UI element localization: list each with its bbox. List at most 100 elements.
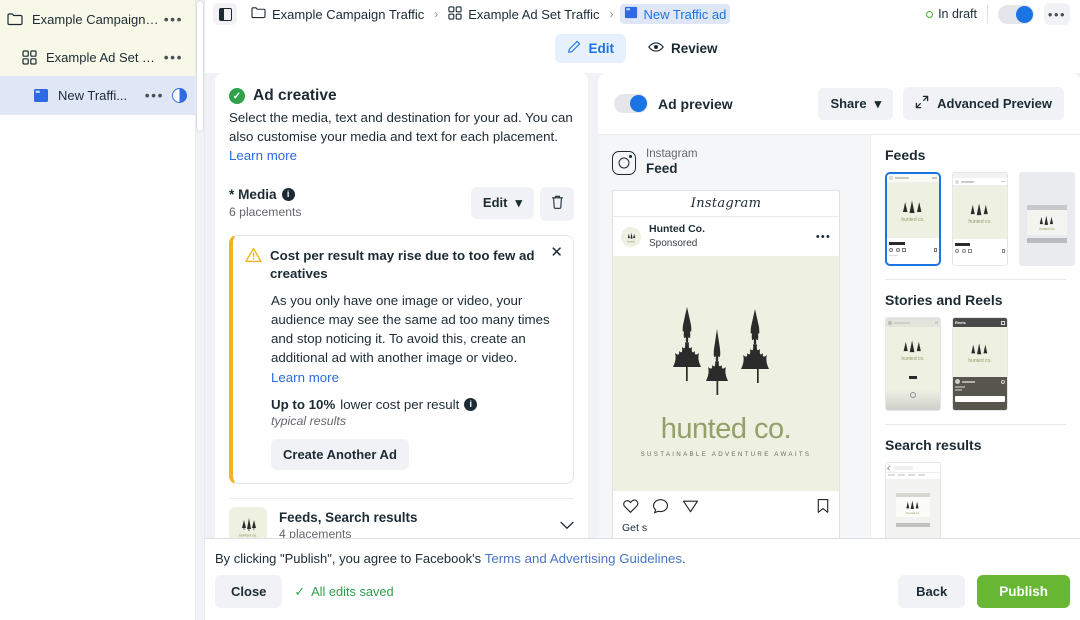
post-menu-button[interactable]: ••• <box>816 231 831 243</box>
panel-toggle-button[interactable] <box>213 3 237 25</box>
tab-review[interactable]: Review <box>636 34 730 63</box>
tab-bar: Edit Review <box>205 28 1080 73</box>
tab-label: Review <box>671 41 718 56</box>
placement-thumb-feed-2[interactable]: hunted co. <box>952 172 1008 266</box>
sidebar-item-menu[interactable]: ••• <box>160 50 187 64</box>
placements-divider <box>885 424 1066 425</box>
sidebar-divider <box>0 114 195 115</box>
warning-header: Cost per result may rise due to too few … <box>245 247 561 283</box>
preview-header: Ad preview Share ▾ Advanced Preview <box>598 73 1080 135</box>
placement-thumb-story-1[interactable]: hunted co. <box>885 317 941 411</box>
divider <box>987 5 988 23</box>
chevron-down-icon: ▾ <box>515 195 522 211</box>
breadcrumb-item-ad[interactable]: New Traffic ad <box>620 4 731 24</box>
preview-title: Ad preview <box>658 96 818 112</box>
breadcrumb-label: Example Ad Set Traffic <box>468 7 599 22</box>
placement-text: Feeds, Search results 4 placements <box>279 510 548 541</box>
sidebar-item-adset[interactable]: Example Ad Set Tr... ••• <box>0 38 195 76</box>
comment-icon[interactable] <box>652 498 669 519</box>
instagram-wordmark: Instagram <box>691 196 761 211</box>
top-bar: Example Campaign Traffic › Example Ad Se… <box>205 0 1080 28</box>
close-button[interactable]: Close <box>215 575 282 608</box>
share-icon[interactable] <box>682 498 699 519</box>
footer-actions: Close ✓ All edits saved Back Publish <box>205 575 1080 620</box>
section-description: Select the media, text and destination f… <box>229 109 574 147</box>
placement-group-title: Feeds <box>885 147 1066 163</box>
breadcrumb-item-campaign[interactable]: Example Campaign Traffic <box>247 4 428 24</box>
media-label-wrap: * Media i <box>229 187 471 202</box>
media-label: * Media <box>229 187 277 202</box>
ad-preview-toggle[interactable] <box>614 94 648 113</box>
grid-icon <box>20 48 38 66</box>
placement-thumb-reel-1[interactable]: Reels hunted co. <box>952 317 1008 411</box>
sidebar-item-label: New Traffi... <box>58 88 141 103</box>
check-icon: ✓ <box>294 584 305 600</box>
instagram-preview-card: Instagram hunted Hunted Co. Sponsored <box>612 190 840 541</box>
warning-triangle-icon <box>245 247 262 283</box>
folder-icon <box>6 10 24 28</box>
warning-stat: Up to 10% lower cost per result i <box>245 397 561 412</box>
sidebar-item-menu[interactable]: ••• <box>141 88 168 102</box>
publish-button[interactable]: Publish <box>977 575 1070 608</box>
advanced-preview-button[interactable]: Advanced Preview <box>903 87 1064 120</box>
breadcrumb-item-adset[interactable]: Example Ad Set Traffic <box>444 4 603 25</box>
tab-label: Edit <box>588 41 614 56</box>
tab-edit[interactable]: Edit <box>555 34 626 63</box>
more-options-button[interactable]: ••• <box>1044 3 1070 25</box>
channel-surface: Feed <box>646 161 698 178</box>
ads-manager-window: Example Campaign ... ••• Example Ad Set … <box>0 0 1080 620</box>
save-status: ✓ All edits saved <box>294 584 393 600</box>
sidebar-item-campaign[interactable]: Example Campaign ... ••• <box>0 0 195 38</box>
check-circle-icon: ✓ <box>229 88 245 104</box>
close-icon[interactable]: ✕ <box>550 245 563 260</box>
create-another-ad-button[interactable]: Create Another Ad <box>271 439 409 470</box>
warning-title: Cost per result may rise due to too few … <box>270 247 561 283</box>
media-info: * Media i 6 placements <box>229 187 471 219</box>
post-action-bar <box>613 491 839 519</box>
brand-tagline: SUSTAINABLE ADVENTURE AWAITS <box>641 451 812 458</box>
placement-thumb-feed-3[interactable]: hunted co. <box>1019 172 1075 266</box>
chevron-down-icon[interactable] <box>560 518 574 533</box>
info-icon[interactable]: i <box>282 188 295 201</box>
back-button[interactable]: Back <box>898 575 965 608</box>
breadcrumb-label: New Traffic ad <box>644 7 727 22</box>
preview-channel: Instagram Feed <box>612 147 856 178</box>
sidebar-item-ad[interactable]: New Traffi... ••• <box>0 76 195 114</box>
breadcrumb-separator: › <box>610 7 614 21</box>
warning-learn-more-link[interactable]: Learn more <box>271 370 339 385</box>
share-button[interactable]: Share ▾ <box>818 88 893 120</box>
folder-icon <box>251 6 266 22</box>
post-creative-image: hunted co. SUSTAINABLE ADVENTURE AWAITS <box>613 256 839 491</box>
brand-name: hunted co. <box>661 413 791 446</box>
grid-icon <box>448 6 462 23</box>
terms-link[interactable]: Terms and Advertising Guidelines <box>485 551 682 566</box>
sidebar-item-menu[interactable]: ••• <box>160 12 187 26</box>
placement-thumb-row-feeds: hunted co. <box>885 172 1066 266</box>
post-caption: Get s <box>613 519 839 540</box>
eye-icon <box>648 40 664 57</box>
vertical-scrollbar-thumb[interactable] <box>196 0 204 132</box>
contrast-icon[interactable] <box>172 88 187 103</box>
create-another-ad-label: Create Another Ad <box>283 447 397 462</box>
warning-stat-text: lower cost per result <box>340 397 459 412</box>
instagram-icon <box>612 151 636 175</box>
delete-media-button[interactable] <box>540 187 574 221</box>
edit-media-button[interactable]: Edit ▾ <box>471 187 534 219</box>
post-author-row: hunted Hunted Co. Sponsored ••• <box>613 217 839 256</box>
heart-icon[interactable] <box>622 498 639 519</box>
placements-divider <box>885 279 1066 280</box>
svg-text:hunted: hunted <box>627 240 635 243</box>
legal-text: By clicking "Publish", you agree to Face… <box>205 539 1080 575</box>
chevron-down-icon: ▾ <box>875 96 882 112</box>
bookmark-icon[interactable] <box>816 498 830 519</box>
breadcrumb-label: Example Campaign Traffic <box>272 7 424 22</box>
placement-thumb-feed-1[interactable]: hunted co. <box>885 172 941 266</box>
ad-status-toggle[interactable] <box>998 5 1034 24</box>
page-title: Ad creative <box>253 87 337 105</box>
info-icon[interactable]: i <box>464 398 477 411</box>
warning-body: As you only have one image or video, you… <box>245 291 561 387</box>
panel-toggle-icon <box>219 8 232 21</box>
learn-more-link[interactable]: Learn more <box>229 148 297 163</box>
status-badge: In draft <box>926 7 977 21</box>
section-header: ✓ Ad creative <box>229 87 574 105</box>
